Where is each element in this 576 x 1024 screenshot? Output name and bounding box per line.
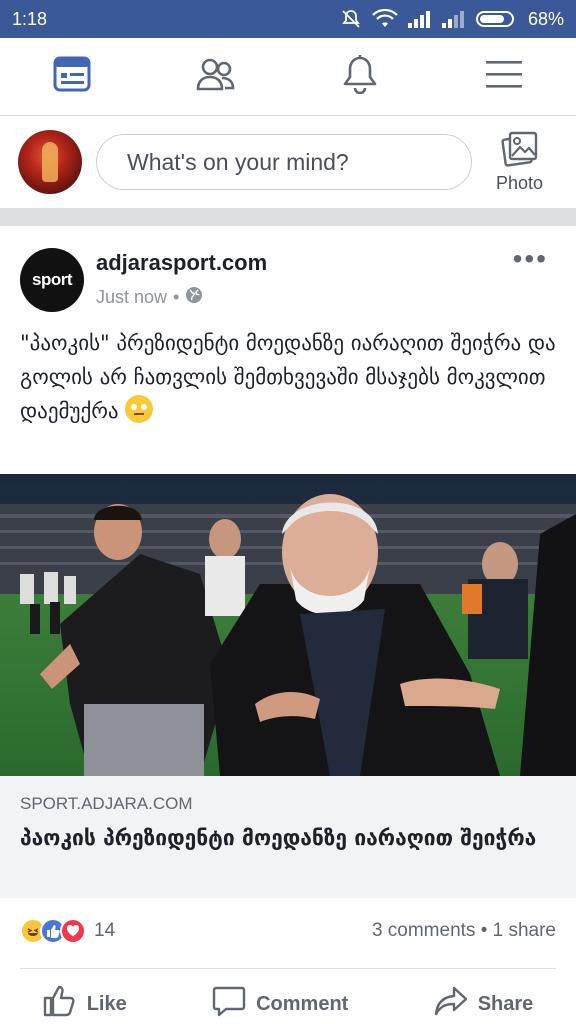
reaction-count: 14: [94, 920, 116, 941]
actions-divider: [20, 968, 556, 969]
share-button[interactable]: Share: [434, 985, 534, 1023]
post-header: sport adjarasport.com Just now •: [20, 248, 267, 312]
battery-icon: [475, 9, 518, 29]
tab-friends[interactable]: [186, 47, 246, 107]
link-title: პაოკის პრეზიდენტი მოედანზე იარაღით შეიჭრ…: [20, 826, 537, 850]
comment-label: Comment: [256, 992, 349, 1015]
tab-notifications[interactable]: [330, 47, 390, 107]
feed-separator: [0, 208, 576, 226]
reaction-icons[interactable]: 14: [20, 918, 115, 944]
photo-label: Photo: [496, 173, 544, 193]
photo-icon: [500, 130, 540, 173]
comment-button[interactable]: Comment: [212, 985, 348, 1023]
page-logo-text: sport: [32, 270, 73, 289]
post-actions: Like Comment Share: [0, 982, 576, 1024]
link-domain: SPORT.ADJARA.COM: [20, 794, 193, 813]
meta-separator: •: [173, 287, 180, 307]
page-name[interactable]: adjarasport.com: [96, 250, 267, 276]
signal-icon: [407, 10, 432, 28]
share-arrow-icon: [434, 985, 468, 1023]
globe-icon: [185, 286, 203, 309]
love-reaction-icon: [60, 918, 86, 944]
status-composer: What's on your mind? Photo: [0, 116, 576, 208]
wifi-icon: [372, 9, 398, 29]
status-input[interactable]: What's on your mind?: [96, 134, 472, 190]
notifications-off-icon: [340, 9, 362, 29]
like-label: Like: [86, 992, 127, 1015]
status-bar: 1:18 68%: [0, 0, 576, 38]
news-feed-icon: [53, 56, 91, 97]
comments-shares-count[interactable]: 3 comments • 1 share: [372, 920, 556, 942]
post-message: "პაოკის" პრეზიდენტი მოედანზე იარაღით შეი…: [20, 326, 556, 428]
bell-icon: [342, 54, 378, 99]
battery-percent: 68%: [527, 8, 564, 29]
post-photo[interactable]: [0, 474, 576, 776]
top-navigation: [0, 38, 576, 116]
share-label: Share: [477, 992, 534, 1015]
reactions-summary: 14 3 comments • 1 share: [20, 916, 556, 946]
post-more-button[interactable]: •••: [513, 245, 548, 273]
eye-roll-emoji-icon: [125, 395, 154, 423]
feed-post: sport adjarasport.com Just now • ••• "პა…: [0, 226, 576, 1024]
post-timestamp[interactable]: Just now: [96, 287, 167, 308]
link-preview[interactable]: SPORT.ADJARA.COM პაოკის პრეზიდენტი მოედა…: [0, 776, 576, 898]
tab-news-feed[interactable]: [42, 47, 102, 107]
status-time: 1:18: [12, 8, 48, 29]
friends-icon: [196, 56, 236, 97]
page-logo[interactable]: sport: [20, 248, 84, 312]
signal-icon-2: [441, 10, 466, 28]
hamburger-icon: [485, 59, 523, 94]
user-avatar[interactable]: [18, 130, 82, 194]
post-message-text: "პაოკის" პრეზიდენტი მოედანზე იარაღით შეი…: [20, 331, 556, 423]
comment-icon: [212, 985, 246, 1023]
tab-menu[interactable]: [474, 47, 534, 107]
photo-button[interactable]: Photo: [496, 130, 543, 194]
thumbs-up-icon: [43, 985, 77, 1023]
post-meta: Just now •: [96, 286, 267, 309]
like-button[interactable]: Like: [43, 985, 127, 1023]
